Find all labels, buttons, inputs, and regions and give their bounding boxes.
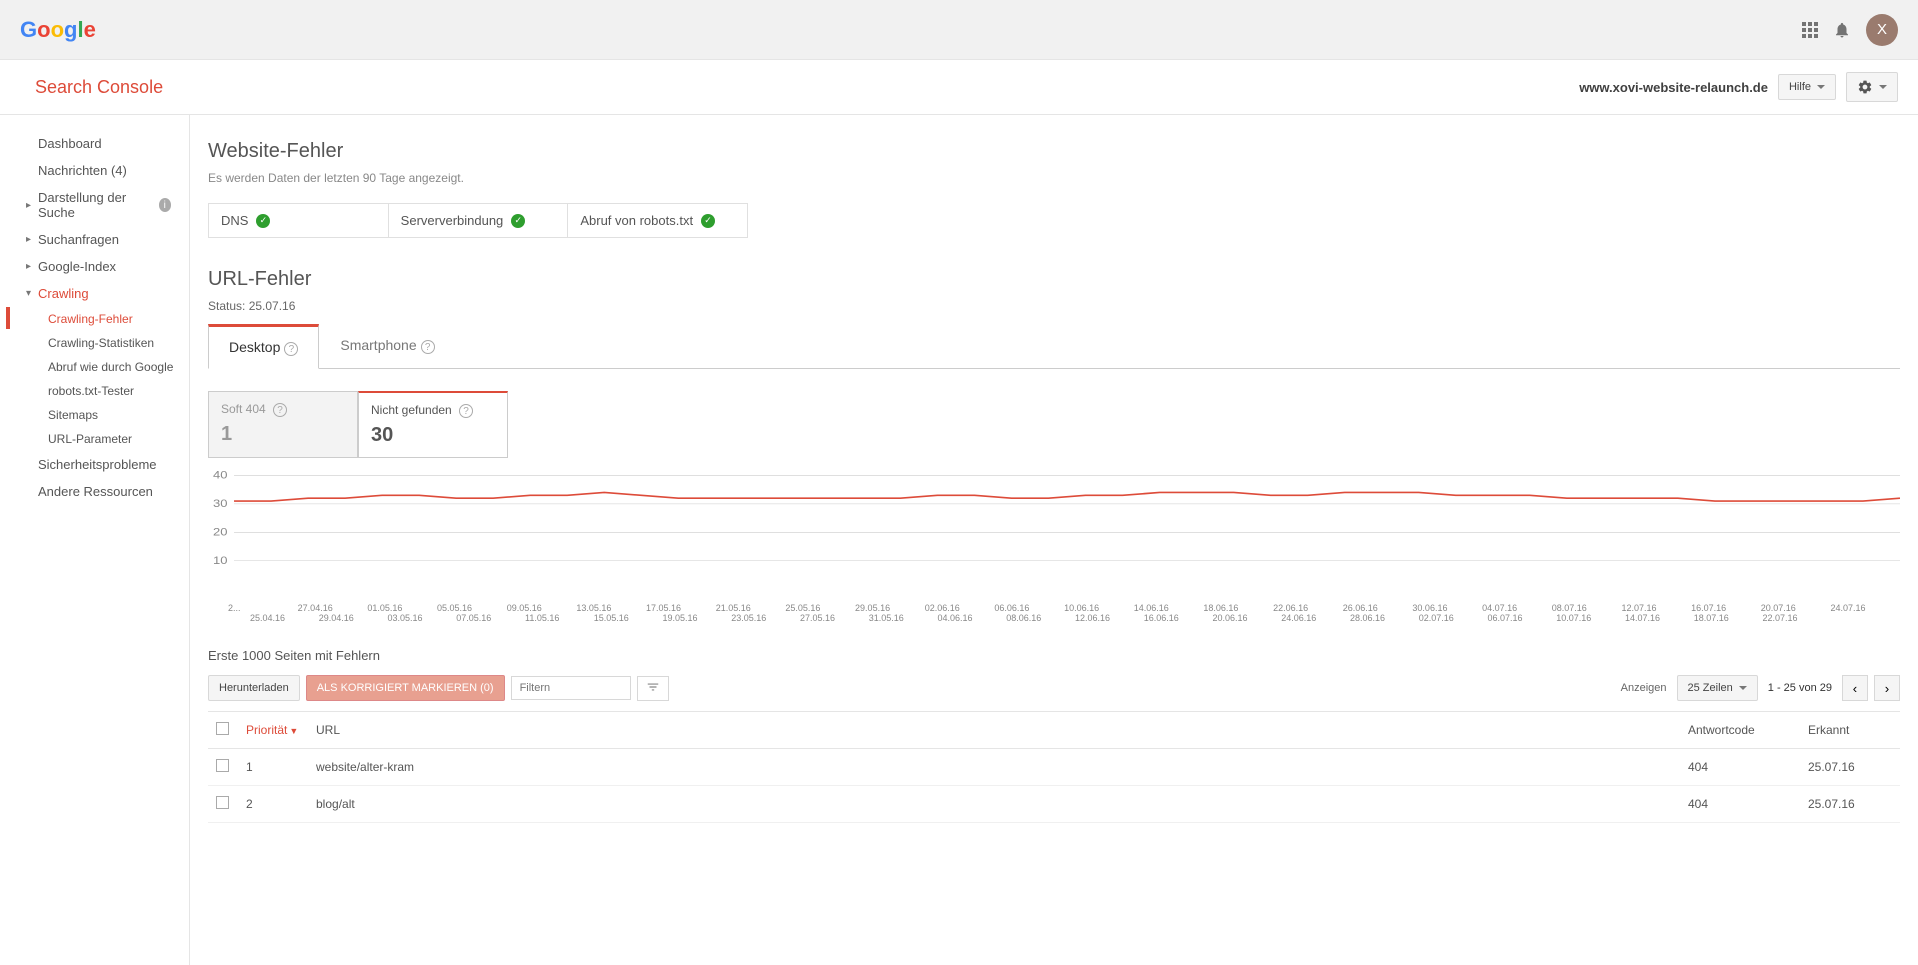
cell-detected: 25.07.16 <box>1800 786 1900 823</box>
show-label: Anzeigen <box>1621 682 1667 694</box>
col-detected[interactable]: Erkannt <box>1800 712 1900 749</box>
sidebar-sub-robots-tester[interactable]: robots.txt-Tester <box>0 379 189 403</box>
cell-detected: 25.07.16 <box>1800 749 1900 786</box>
bell-icon[interactable] <box>1833 21 1851 39</box>
errors-table: Priorität▼ URL Antwortcode Erkannt 1 web… <box>208 711 1900 823</box>
sidebar: Dashboard Nachrichten (4) Darstellung de… <box>0 115 190 965</box>
row-checkbox[interactable] <box>216 796 229 809</box>
sidebar-sub-sitemaps[interactable]: Sitemaps <box>0 403 189 427</box>
help-icon: ? <box>421 340 435 354</box>
help-icon: ? <box>284 342 298 356</box>
pager-text: 1 - 25 von 29 <box>1768 682 1832 694</box>
site-errors-subtitle: Es werden Daten der letzten 90 Tage ange… <box>208 171 1900 185</box>
tab-smartphone[interactable]: Smartphone? <box>319 324 455 369</box>
svg-text:20: 20 <box>213 526 228 539</box>
table-row[interactable]: 2 blog/alt 404 25.07.16 <box>208 786 1900 823</box>
funnel-icon <box>646 680 660 694</box>
site-errors-title: Website-Fehler <box>208 140 1900 163</box>
sidebar-item-google-index[interactable]: Google-Index <box>0 253 189 280</box>
svg-text:30: 30 <box>213 497 228 510</box>
cell-code: 404 <box>1680 749 1800 786</box>
avatar[interactable]: X <box>1866 14 1898 46</box>
cell-priority: 2 <box>238 786 308 823</box>
help-button[interactable]: Hilfe <box>1778 74 1836 100</box>
sidebar-item-dashboard[interactable]: Dashboard <box>0 130 189 157</box>
chart: 10203040 2...27.04.1601.05.1605.05.1609.… <box>208 470 1900 623</box>
tab-desktop[interactable]: Desktop? <box>208 324 319 369</box>
gear-icon <box>1857 79 1873 95</box>
pager-prev-button[interactable]: ‹ <box>1842 675 1868 701</box>
cell-url: blog/alt <box>308 786 1680 823</box>
filter-input[interactable] <box>511 676 631 700</box>
help-icon: ? <box>459 404 473 418</box>
mark-fixed-button[interactable]: ALS KORRIGIERT MARKIEREN (0) <box>306 675 505 701</box>
svg-text:10: 10 <box>213 554 228 567</box>
sidebar-sub-crawl-errors[interactable]: Crawling-Fehler <box>0 307 189 331</box>
svg-text:40: 40 <box>213 470 228 481</box>
sidebar-item-search-queries[interactable]: Suchanfragen <box>0 226 189 253</box>
settings-button[interactable] <box>1846 72 1898 102</box>
check-icon: ✓ <box>701 214 715 228</box>
info-icon: i <box>159 198 171 212</box>
cell-url: website/alter-kram <box>308 749 1680 786</box>
sidebar-item-other-resources[interactable]: Andere Ressourcen <box>0 478 189 505</box>
check-icon: ✓ <box>256 214 270 228</box>
sidebar-item-search-appearance[interactable]: Darstellung der Suchei <box>0 184 189 226</box>
filter-icon-button[interactable] <box>637 676 669 701</box>
status-robots[interactable]: Abruf von robots.txt✓ <box>568 204 747 237</box>
help-icon: ? <box>273 403 287 417</box>
rows-per-page-select[interactable]: 25 Zeilen <box>1677 675 1758 701</box>
google-logo[interactable]: Google <box>20 17 96 43</box>
avatar-letter: X <box>1877 21 1887 38</box>
apps-icon[interactable] <box>1802 22 1818 38</box>
sidebar-item-security[interactable]: Sicherheitsprobleme <box>0 451 189 478</box>
sidebar-sub-url-parameters[interactable]: URL-Parameter <box>0 427 189 451</box>
cell-priority: 1 <box>238 749 308 786</box>
cell-code: 404 <box>1680 786 1800 823</box>
col-responsecode[interactable]: Antwortcode <box>1680 712 1800 749</box>
url-errors-title: URL-Fehler <box>208 268 1900 291</box>
pager-next-button[interactable]: › <box>1874 675 1900 701</box>
status-server[interactable]: Serververbindung✓ <box>389 204 569 237</box>
select-all-checkbox[interactable] <box>216 722 229 735</box>
error-type-notfound[interactable]: Nicht gefunden ? 30 <box>358 391 508 458</box>
status-dns[interactable]: DNS✓ <box>209 204 389 237</box>
sidebar-sub-crawl-stats[interactable]: Crawling-Statistiken <box>0 331 189 355</box>
col-url[interactable]: URL <box>308 712 1680 749</box>
table-title: Erste 1000 Seiten mit Fehlern <box>208 648 1900 663</box>
sidebar-sub-fetch-as-google[interactable]: Abruf wie durch Google <box>0 355 189 379</box>
col-priority[interactable]: Priorität▼ <box>238 712 308 749</box>
property-domain[interactable]: www.xovi-website-relaunch.de <box>1579 80 1768 95</box>
table-row[interactable]: 1 website/alter-kram 404 25.07.16 <box>208 749 1900 786</box>
status-line: Status: 25.07.16 <box>208 299 1900 313</box>
sidebar-item-messages[interactable]: Nachrichten (4) <box>0 157 189 184</box>
sidebar-item-crawling[interactable]: Crawling <box>0 280 189 307</box>
product-title: Search Console <box>35 77 163 98</box>
row-checkbox[interactable] <box>216 759 229 772</box>
check-icon: ✓ <box>511 214 525 228</box>
error-type-soft404[interactable]: Soft 404 ? 1 <box>208 391 358 458</box>
download-button[interactable]: Herunterladen <box>208 675 300 701</box>
